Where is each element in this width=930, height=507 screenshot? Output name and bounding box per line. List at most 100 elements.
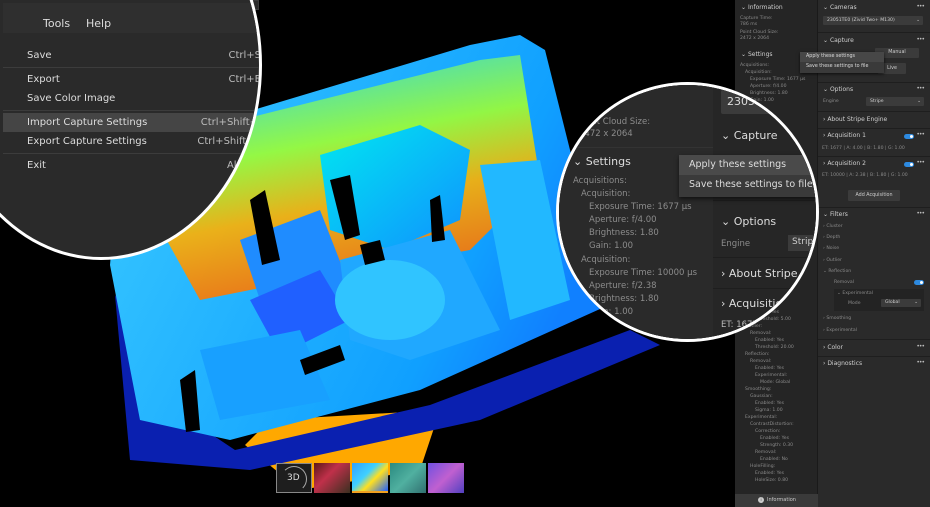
mag-apply-settings-item[interactable]: Apply these settings	[679, 155, 816, 175]
filter-noise[interactable]: › Noise	[823, 246, 839, 252]
tree-line: Gaussian:	[750, 394, 773, 399]
filter-label: Reflection	[828, 269, 852, 274]
tree-line: Exposure Time: 1677 µs	[750, 77, 806, 82]
menu-shortcut: Ctrl+Shift+E	[197, 136, 261, 147]
mag-menu-item-import-capture-settings[interactable]: Import Capture Settings Ctrl+Shift+I	[3, 113, 261, 132]
acquisition-1-header[interactable]: › Acquisition 1	[823, 132, 866, 139]
more-icon[interactable]: •••	[916, 359, 925, 366]
more-icon[interactable]: •••	[916, 3, 925, 10]
filter-label: Cluster	[826, 224, 843, 229]
tree-line: HoleSize: 0.80	[755, 478, 789, 483]
about-stripe-header[interactable]: › About Stripe Engine	[823, 116, 887, 123]
filter-reflection[interactable]: ⌄ Reflection	[823, 269, 851, 275]
menu-separator	[3, 67, 259, 68]
more-icon[interactable]: •••	[916, 36, 925, 43]
more-icon[interactable]: •••	[916, 85, 925, 92]
capture-time-value: 786 ms	[740, 22, 758, 27]
experimental-group: ⌄ Experimental Mode Global ⌄	[834, 289, 924, 311]
divider	[818, 32, 930, 33]
tree-line: Strength: 0.30	[760, 443, 794, 448]
status-bar[interactable]: i Information	[735, 494, 818, 507]
mag-camera-select[interactable]: 23051	[721, 90, 811, 114]
menu-label: Export	[27, 74, 60, 85]
settings-header[interactable]: ⌄ Settings	[741, 51, 773, 58]
chevron-down-icon: ⌄	[917, 99, 921, 104]
divider	[713, 200, 816, 201]
tree-line: Aperture: f/4.00	[589, 215, 657, 225]
thumb-depth[interactable]	[352, 463, 388, 493]
tree-line: Gain: 1.00	[589, 307, 634, 317]
more-icon[interactable]: •••	[916, 210, 925, 217]
button-label: Add Acquisition	[855, 193, 893, 198]
mag-menu-item-save-color-image[interactable]: Save Color Image	[3, 89, 259, 108]
tree-line: Enabled: Yes	[755, 366, 784, 371]
mag-menu-item-save[interactable]: Save Ctrl+S	[3, 46, 259, 65]
engine-label: Engine	[721, 239, 751, 249]
camera-select[interactable]: 23051TE0 (Zivid Two+ M130) ⌄	[823, 16, 923, 25]
thumb-normals-purple[interactable]	[428, 463, 464, 493]
removal-label: Removal	[834, 280, 854, 285]
mag-engine-select[interactable]: Stripe	[788, 235, 816, 251]
acquisition-2-toggle[interactable]	[904, 162, 914, 167]
tree-line: Reflection:	[745, 352, 770, 357]
mag-options-header[interactable]: ⌄ Options	[721, 215, 776, 228]
mag-about-header[interactable]: › About Stripe Engine	[721, 267, 816, 280]
experimental-toggle[interactable]: ⌄ Experimental	[837, 291, 873, 297]
info-icon: i	[758, 497, 764, 503]
magnifier-settings: Point Cloud Size: 2472 x 2064 ⌄ Settings…	[556, 82, 819, 342]
mag-acquisition-header[interactable]: › Acquisition 1	[721, 297, 800, 310]
more-icon[interactable]: •••	[916, 131, 925, 138]
mag-menu-item-exit[interactable]: Exit Alt+F4	[3, 156, 259, 175]
save-settings-to-file-item[interactable]: Save these settings to file	[800, 62, 884, 72]
settings-context-menu: Apply these settings Save these settings…	[800, 52, 884, 73]
section-title: Cameras	[829, 4, 857, 11]
more-icon[interactable]: •••	[916, 159, 925, 166]
divider	[818, 356, 930, 357]
mag-settings-header[interactable]: ⌄ Settings	[573, 155, 631, 168]
cloud-size-value: 2472 x 2064	[740, 36, 770, 41]
section-title: Settings	[585, 155, 631, 168]
filter-smoothing[interactable]: › Smoothing	[823, 316, 851, 322]
information-header[interactable]: ⌄ Information	[741, 4, 783, 11]
acquisition-summary: ET: 10000 | A: 2.38 | B: 1.80 | G: 1.00	[822, 173, 908, 178]
divider	[818, 82, 930, 83]
thumb-normals-teal[interactable]	[390, 463, 426, 493]
view-3d-button[interactable]: 3D	[276, 463, 312, 493]
thumb-color[interactable]	[314, 463, 350, 493]
tree-line: Threshold: 20.00	[755, 345, 794, 350]
options-header[interactable]: ⌄ Options	[823, 86, 853, 93]
engine-label: Engine	[823, 99, 839, 104]
color-header[interactable]: › Color	[823, 344, 843, 351]
divider	[818, 128, 930, 129]
menu-shortcut: Ctrl+Shift+I	[200, 117, 261, 128]
more-icon[interactable]: •••	[916, 343, 925, 350]
engine-select[interactable]: Stripe ⌄	[866, 97, 924, 106]
menu-tools[interactable]: Tools	[43, 17, 70, 30]
mode-select[interactable]: Global ⌄	[881, 299, 921, 307]
reflection-removal-toggle[interactable]	[914, 280, 924, 285]
mag-menu-item-export[interactable]: Export Ctrl+E	[3, 70, 259, 89]
mag-capture-header[interactable]: ⌄ Capture	[721, 129, 777, 142]
filter-cluster[interactable]: › Cluster	[823, 224, 843, 230]
apply-settings-item[interactable]: Apply these settings	[800, 52, 884, 62]
filters-header[interactable]: ⌄ Filters	[823, 211, 848, 218]
mag-save-settings-item[interactable]: Save these settings to file	[679, 175, 816, 195]
menu-help[interactable]: Help	[86, 17, 111, 30]
add-acquisition-button[interactable]: Add Acquisition	[848, 190, 900, 201]
filter-depth[interactable]: › Depth	[823, 235, 840, 241]
acquisition-1-toggle[interactable]	[904, 134, 914, 139]
capture-header[interactable]: ⌄ Capture	[823, 37, 854, 44]
cameras-header[interactable]: ⌄ Cameras	[823, 4, 857, 11]
section-title: Settings	[747, 51, 773, 58]
diagnostics-header[interactable]: › Diagnostics	[823, 360, 862, 367]
filter-experimental[interactable]: › Experimental	[823, 328, 857, 334]
tree-line: Removal:	[755, 450, 777, 455]
menu-label: Save Color Image	[27, 93, 116, 104]
tree-line: Mode: Global	[760, 380, 791, 385]
tree-line: Sigma: 1.00	[755, 408, 783, 413]
acquisition-2-header[interactable]: › Acquisition 2	[823, 160, 866, 167]
tree-line: Exposure Time: 10000 µs	[589, 268, 697, 278]
mag-menu-item-export-capture-settings[interactable]: Export Capture Settings Ctrl+Shift+E	[3, 132, 261, 151]
camera-select-value: 23051TE0 (Zivid Two+ M130)	[827, 18, 895, 23]
filter-outlier[interactable]: › Outlier	[823, 258, 842, 264]
